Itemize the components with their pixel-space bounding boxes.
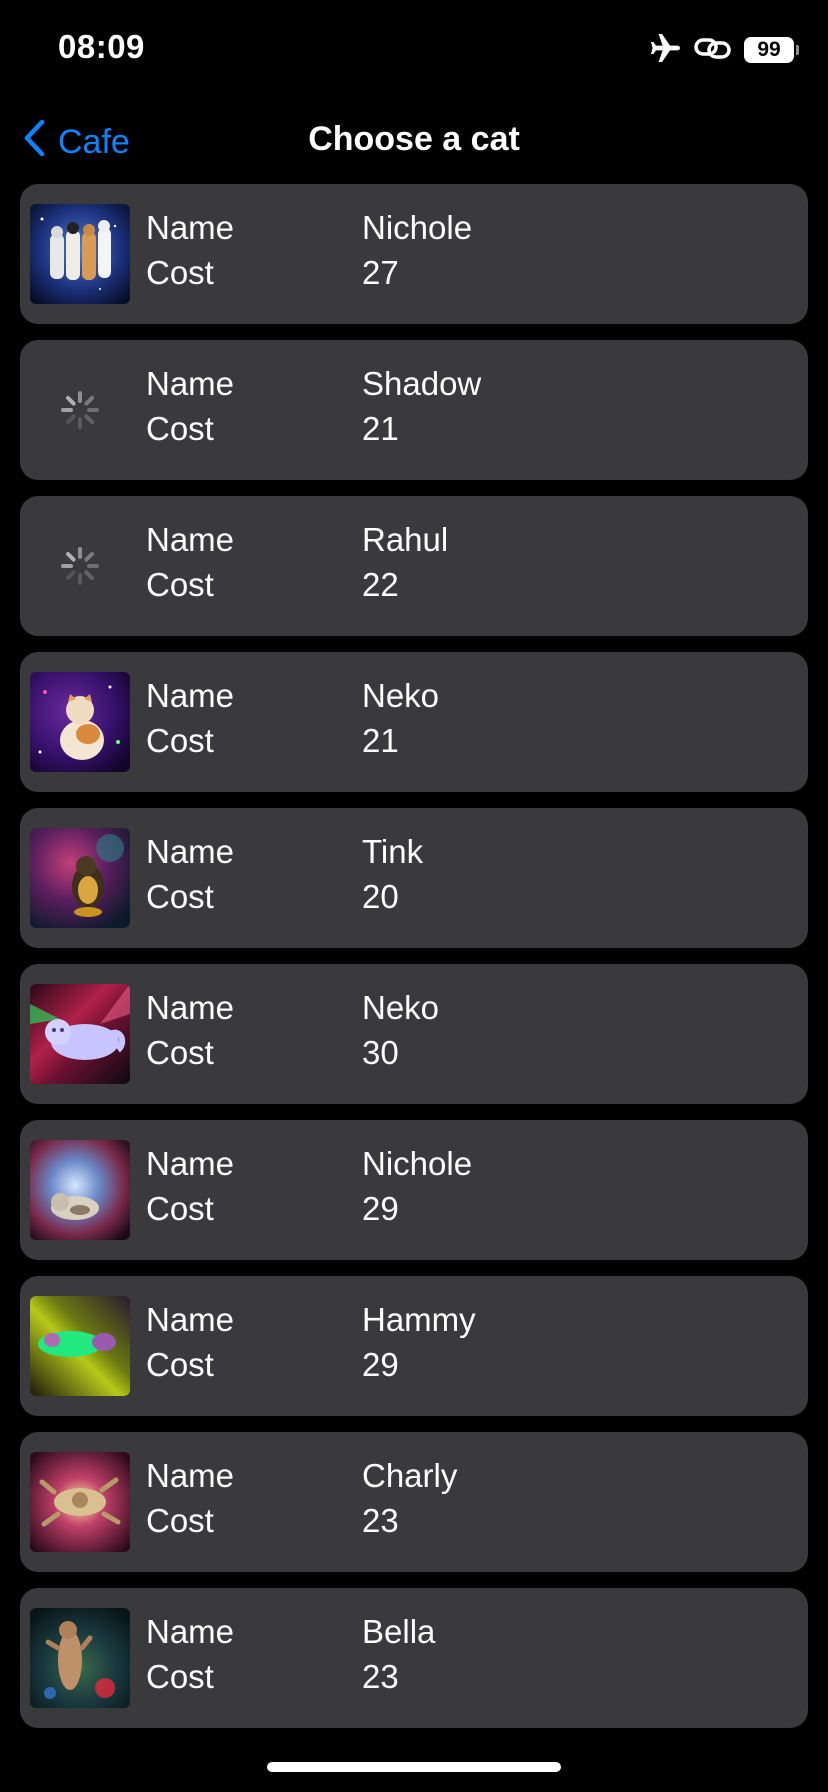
name-label: Name bbox=[146, 1457, 235, 1494]
cost-label: Cost bbox=[146, 1346, 214, 1383]
cat-thumbnail bbox=[30, 1452, 130, 1552]
cat-thumbnail bbox=[30, 828, 130, 928]
airplane-icon bbox=[650, 33, 682, 68]
screen: 08:09 99 Cafe Choose a cat Name Cost Nic… bbox=[0, 0, 828, 1792]
cost-label: Cost bbox=[146, 1190, 214, 1227]
name-label: Name bbox=[146, 677, 235, 714]
cat-row[interactable]: Name Cost Nichole 29 bbox=[20, 1120, 808, 1260]
cost-label: Cost bbox=[146, 722, 214, 759]
page-title: Choose a cat bbox=[308, 120, 520, 158]
battery-level: 99 bbox=[757, 38, 781, 61]
cat-list: Name Cost Nichole 27 Name Cost Shadow 21… bbox=[20, 184, 808, 1744]
cat-row[interactable]: Name Cost Hammy 29 bbox=[20, 1276, 808, 1416]
cat-thumbnail bbox=[30, 204, 130, 304]
link-icon bbox=[694, 35, 732, 66]
battery-icon: 99 bbox=[744, 37, 799, 63]
cat-cost: 27 bbox=[362, 254, 399, 291]
cost-label: Cost bbox=[146, 254, 214, 291]
cat-name: Shadow bbox=[362, 365, 482, 402]
loading-spinner-icon bbox=[60, 390, 100, 430]
name-label: Name bbox=[146, 365, 235, 402]
cat-thumbnail bbox=[30, 672, 130, 772]
name-label: Name bbox=[146, 1145, 235, 1182]
status-time: 08:09 bbox=[58, 28, 145, 65]
cost-label: Cost bbox=[146, 1658, 214, 1695]
cat-row[interactable]: Name Cost Charly 23 bbox=[20, 1432, 808, 1572]
cat-cost: 21 bbox=[362, 722, 399, 759]
cat-cost: 23 bbox=[362, 1502, 399, 1539]
home-indicator[interactable] bbox=[267, 1762, 561, 1772]
cat-row[interactable]: Name Cost Tink 20 bbox=[20, 808, 808, 948]
cat-cost: 23 bbox=[362, 1658, 399, 1695]
cat-name: Bella bbox=[362, 1613, 436, 1650]
cost-label: Cost bbox=[146, 878, 214, 915]
cat-thumbnail bbox=[30, 984, 130, 1084]
loading-spinner-icon bbox=[60, 546, 100, 586]
cat-cost: 29 bbox=[362, 1346, 399, 1383]
cat-row[interactable]: Name Cost Neko 21 bbox=[20, 652, 808, 792]
cat-cost: 22 bbox=[362, 566, 399, 603]
cat-name: Hammy bbox=[362, 1301, 476, 1338]
name-label: Name bbox=[146, 1613, 235, 1650]
name-label: Name bbox=[146, 521, 235, 558]
navigation-bar: Cafe Choose a cat bbox=[0, 100, 828, 180]
name-label: Name bbox=[146, 833, 235, 870]
cat-name: Charly bbox=[362, 1457, 458, 1494]
name-label: Name bbox=[146, 1301, 235, 1338]
cat-cost: 20 bbox=[362, 878, 399, 915]
cat-row[interactable]: Name Cost Rahul 22 bbox=[20, 496, 808, 636]
cat-row[interactable]: Name Cost Nichole 27 bbox=[20, 184, 808, 324]
cost-label: Cost bbox=[146, 410, 214, 447]
cat-thumbnail bbox=[30, 1140, 130, 1240]
name-label: Name bbox=[146, 989, 235, 1026]
cat-name: Neko bbox=[362, 677, 440, 714]
cat-thumbnail bbox=[30, 1296, 130, 1396]
cat-thumbnail bbox=[30, 1608, 130, 1708]
cat-cost: 30 bbox=[362, 1034, 399, 1071]
cat-row[interactable]: Name Cost Bella 23 bbox=[20, 1588, 808, 1728]
cat-name: Rahul bbox=[362, 521, 449, 558]
name-label: Name bbox=[146, 209, 235, 246]
cat-name: Tink bbox=[362, 833, 424, 870]
cat-cost: 21 bbox=[362, 410, 399, 447]
cost-label: Cost bbox=[146, 1502, 214, 1539]
status-icons: 99 bbox=[650, 32, 799, 68]
cat-name: Nichole bbox=[362, 209, 473, 246]
cat-name: Nichole bbox=[362, 1145, 473, 1182]
cat-row[interactable]: Name Cost Neko 30 bbox=[20, 964, 808, 1104]
cost-label: Cost bbox=[146, 1034, 214, 1071]
status-bar: 08:09 99 bbox=[0, 0, 828, 100]
cat-row[interactable]: Name Cost Shadow 21 bbox=[20, 340, 808, 480]
cat-cost: 29 bbox=[362, 1190, 399, 1227]
cat-name: Neko bbox=[362, 989, 440, 1026]
cost-label: Cost bbox=[146, 566, 214, 603]
